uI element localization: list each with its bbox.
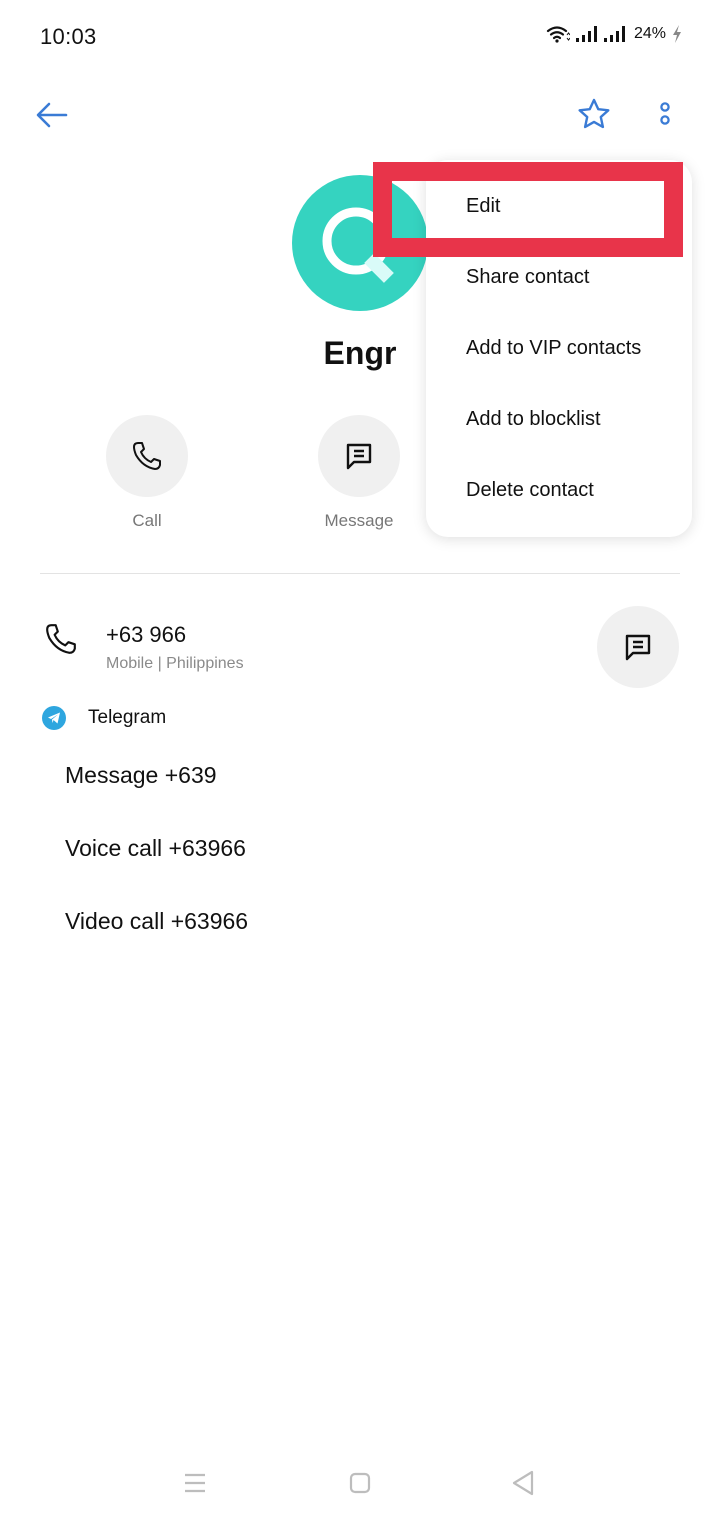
- menu-item-delete-contact[interactable]: Delete contact: [426, 455, 692, 526]
- battery-percentage: 24%: [633, 25, 666, 42]
- call-label: Call: [132, 511, 162, 530]
- message-icon: [625, 634, 651, 661]
- telegram-message-action[interactable]: Message +639: [65, 762, 222, 789]
- phone-type-label: Mobile | Philippines: [106, 655, 244, 672]
- menu-item-add-to-blocklist[interactable]: Add to blocklist: [426, 384, 692, 455]
- home-button[interactable]: [340, 1468, 380, 1498]
- telegram-icon: [42, 706, 66, 730]
- message-button[interactable]: [318, 415, 400, 497]
- menu-item-edit[interactable]: Edit: [426, 171, 692, 242]
- telegram-video-call-action[interactable]: Video call +63966: [65, 908, 251, 935]
- phone-number: +63 966: [106, 622, 187, 647]
- overflow-menu: Edit Share contact Add to VIP contacts A…: [426, 160, 692, 537]
- avatar-letter-q-icon: [322, 207, 394, 283]
- recent-apps-icon: [185, 1473, 205, 1493]
- telegram-label: Telegram: [88, 707, 167, 728]
- charging-icon: [672, 25, 682, 43]
- status-icons: 24%: [546, 25, 682, 43]
- favorite-button[interactable]: [575, 95, 613, 133]
- telegram-header: Telegram: [0, 703, 720, 733]
- back-triangle-icon: [512, 1470, 534, 1496]
- signal-icon: [603, 26, 626, 42]
- divider: [40, 573, 680, 574]
- message-icon: [346, 443, 372, 470]
- wifi-icon: [546, 25, 570, 43]
- top-bar: [0, 85, 720, 145]
- message-action[interactable]: Message: [318, 415, 400, 531]
- menu-item-share-contact[interactable]: Share contact: [426, 242, 692, 313]
- nav-back-button[interactable]: [503, 1468, 543, 1498]
- contact-avatar: [292, 175, 428, 311]
- send-message-button[interactable]: [597, 606, 679, 688]
- arrow-left-icon: [36, 102, 68, 128]
- menu-item-add-to-vip[interactable]: Add to VIP contacts: [426, 313, 692, 384]
- home-icon: [349, 1472, 371, 1494]
- telegram-voice-call-action[interactable]: Voice call +63966: [65, 835, 255, 862]
- system-nav-bar: [0, 1450, 720, 1520]
- signal-icon: [575, 26, 598, 42]
- phone-number-row[interactable]: +63 966 Mobile | Philippines: [0, 600, 720, 690]
- status-time: 10:03: [40, 24, 97, 49]
- recent-apps-button[interactable]: [175, 1468, 215, 1498]
- more-options-button[interactable]: [650, 95, 680, 133]
- star-outline-icon: [578, 98, 610, 129]
- message-label: Message: [324, 511, 394, 530]
- call-action[interactable]: Call: [106, 415, 188, 531]
- phone-icon: [44, 622, 78, 661]
- status-bar: 10:03 24%: [0, 0, 720, 70]
- phone-icon: [133, 442, 161, 470]
- call-button[interactable]: [106, 415, 188, 497]
- more-vertical-icon: [660, 102, 670, 125]
- back-button[interactable]: [34, 97, 70, 133]
